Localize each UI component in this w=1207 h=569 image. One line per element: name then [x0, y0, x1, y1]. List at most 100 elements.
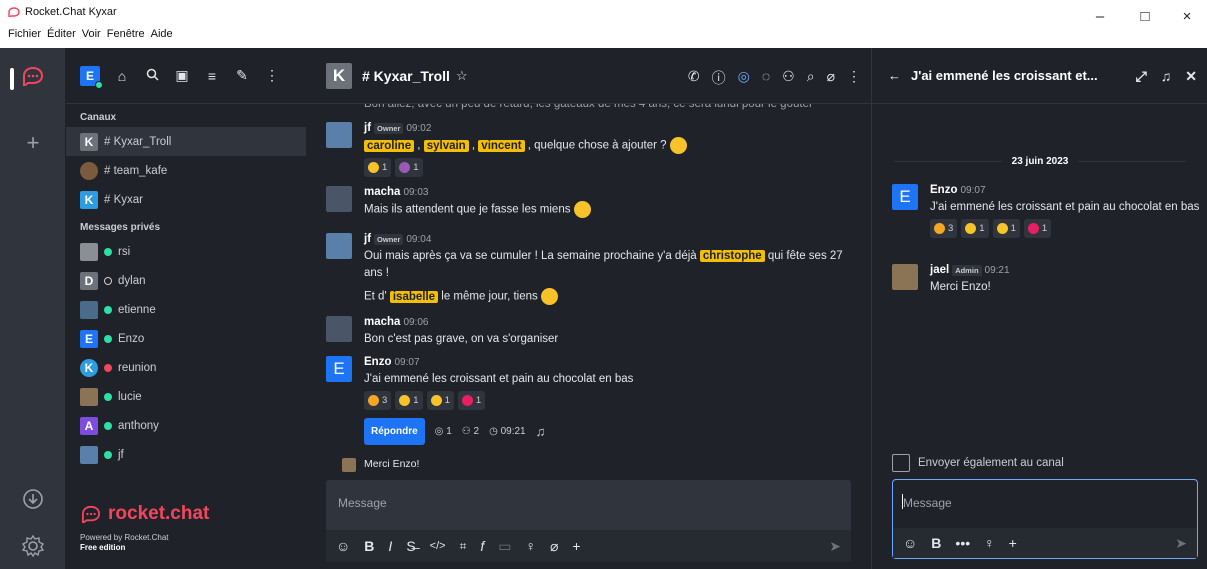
call-icon[interactable]: ✆ — [688, 68, 700, 88]
also-send-checkbox[interactable] — [892, 454, 910, 472]
user-mention[interactable]: sylvain — [423, 139, 469, 152]
sidebar-item-etienne[interactable]: etienne — [66, 295, 306, 324]
reaction-imp[interactable]: 1 — [395, 157, 423, 177]
sidebar-item-lucie[interactable]: lucie — [66, 382, 306, 411]
message-author[interactable]: Enzo — [930, 184, 957, 196]
sidebar-item-kyxar-troll[interactable]: K # Kyxar_Troll — [66, 127, 306, 156]
bell-icon[interactable]: ♫ — [1161, 68, 1172, 85]
reaction-heart-eyes-cat[interactable]: 3 — [364, 391, 392, 410]
attachments-icon[interactable]: ⌀ — [827, 68, 835, 88]
back-arrow-icon[interactable]: ← — [888, 68, 901, 83]
sidebar-item-kyxar[interactable]: K # Kyxar — [66, 185, 306, 214]
reaction-open-mouth[interactable]: 1 — [364, 157, 392, 177]
multiline-code-icon[interactable]: ⌗ — [460, 539, 467, 554]
user-avatar[interactable] — [326, 122, 352, 148]
italic-icon[interactable]: I — [388, 538, 392, 554]
more-options-icon[interactable]: ⋮ — [264, 67, 280, 84]
microphone-icon[interactable]: ♀ — [525, 538, 536, 554]
menu-aide[interactable]: Aide — [151, 28, 173, 40]
send-icon[interactable]: ➤ — [1175, 535, 1187, 552]
sidebar-item-anthony[interactable]: A anthony — [66, 411, 306, 440]
attach-icon[interactable]: ⌀ — [550, 538, 558, 555]
user-avatar[interactable]: E — [80, 65, 103, 89]
thread-composer[interactable]: Message ☺ B ••• ♀ + ➤ — [892, 479, 1198, 559]
members-icon[interactable]: ⚇ — [782, 68, 795, 88]
plus-icon[interactable]: + — [572, 538, 580, 554]
user-mention[interactable]: isabelle — [389, 290, 439, 303]
menu-fenetre[interactable]: Fenêtre — [107, 28, 145, 40]
create-new-icon[interactable]: ✎ — [234, 67, 250, 84]
formula-icon[interactable]: f — [480, 538, 484, 554]
rocketchat-logo-text: rocket.chat — [108, 503, 210, 524]
reaction-thumbs-up[interactable]: 1 — [395, 391, 423, 410]
message-composer[interactable]: Message ☺ B I S̶ </> ⌗ f ▭ ♀ ⌀ + ➤ — [326, 480, 851, 562]
user-avatar[interactable]: E — [326, 356, 352, 382]
message-author[interactable]: macha — [364, 186, 400, 198]
sidebar-item-label: rsi — [118, 245, 131, 258]
settings-icon[interactable] — [0, 534, 66, 558]
code-icon[interactable]: </> — [430, 540, 446, 552]
add-server-icon[interactable]: + — [0, 130, 66, 156]
message-author[interactable]: macha — [364, 316, 400, 328]
user-mention[interactable]: vincent — [478, 139, 525, 152]
message-time: 09:21 — [984, 265, 1010, 276]
directory-icon[interactable]: ▣ — [174, 67, 190, 84]
sidebar-item-enzo[interactable]: E Enzo — [66, 324, 306, 353]
user-avatar[interactable] — [326, 186, 352, 212]
download-icon[interactable] — [0, 488, 66, 510]
discussions-icon[interactable]: ◌ — [762, 68, 770, 88]
search-icon[interactable] — [144, 68, 160, 84]
also-send-to-channel[interactable]: Envoyer également au canal — [892, 454, 1064, 472]
sidebar-item-rsi[interactable]: rsi — [66, 237, 306, 266]
search-messages-icon[interactable]: ⌕ — [807, 68, 815, 88]
menu-voir[interactable]: Voir — [82, 28, 101, 40]
expand-icon[interactable]: ⤢ — [1136, 68, 1147, 85]
favorite-star-icon[interactable]: ☆ — [456, 68, 468, 84]
message-author[interactable]: Enzo — [364, 356, 391, 368]
reaction-open-mouth[interactable]: 1 — [992, 219, 1020, 238]
bold-icon[interactable]: B — [931, 535, 941, 551]
menu-editer[interactable]: Éditer — [47, 28, 76, 40]
user-mention[interactable]: christophe — [699, 250, 765, 262]
close-button[interactable]: × — [1172, 8, 1202, 25]
bell-icon[interactable]: ♫ — [536, 423, 546, 440]
user-avatar[interactable] — [326, 233, 352, 259]
link-icon[interactable]: ▭ — [498, 538, 511, 555]
kebab-menu-icon[interactable]: ⋮ — [847, 68, 861, 88]
emoji-icon[interactable]: ☺ — [336, 538, 350, 554]
home-icon[interactable]: ⌂ — [114, 68, 130, 84]
user-avatar[interactable] — [892, 264, 918, 290]
user-avatar[interactable] — [326, 316, 352, 342]
message-author[interactable]: jael — [930, 264, 949, 276]
close-icon[interactable]: ✕ — [1185, 68, 1197, 85]
sidebar-item-reunion[interactable]: K reunion — [66, 353, 306, 382]
sidebar-item-dylan[interactable]: D dylan — [66, 266, 306, 295]
emoji-icon[interactable]: ☺ — [903, 535, 917, 551]
info-icon[interactable]: ⓘ — [712, 68, 726, 88]
maximize-button[interactable]: □ — [1130, 8, 1160, 25]
sidebar-item-jf[interactable]: jf — [66, 440, 306, 469]
server-rocketchat-icon[interactable] — [0, 66, 66, 86]
user-avatar[interactable]: E — [892, 184, 918, 210]
strikethrough-icon[interactable]: S̶ — [406, 538, 415, 554]
bold-icon[interactable]: B — [364, 538, 374, 554]
message-author[interactable]: jf — [364, 233, 371, 245]
send-icon[interactable]: ➤ — [829, 538, 841, 555]
sidebar-item-team-kafe[interactable]: # team_kafe — [66, 156, 306, 185]
microphone-icon[interactable]: ♀ — [984, 535, 995, 551]
threads-icon[interactable]: ◎ — [738, 68, 750, 88]
more-formatting-icon[interactable]: ••• — [955, 535, 970, 551]
reaction-heart-eyes[interactable]: 1 — [1023, 219, 1052, 238]
plus-icon[interactable]: + — [1009, 535, 1017, 551]
reply-button[interactable]: Répondre — [364, 418, 425, 445]
reaction-open-mouth[interactable]: 1 — [426, 391, 454, 410]
reaction-heart-eyes[interactable]: 1 — [457, 391, 486, 410]
message-author[interactable]: jf — [364, 122, 371, 134]
room-title[interactable]: # Kyxar_Troll — [362, 68, 450, 84]
sort-icon[interactable]: ≡ — [204, 68, 220, 84]
reaction-heart-eyes-cat[interactable]: 3 — [930, 219, 958, 238]
reaction-thumbs-up[interactable]: 1 — [961, 219, 989, 238]
menu-fichier[interactable]: Fichier — [8, 28, 41, 40]
user-mention[interactable]: caroline — [364, 139, 415, 152]
minimize-button[interactable]: – — [1085, 8, 1115, 25]
